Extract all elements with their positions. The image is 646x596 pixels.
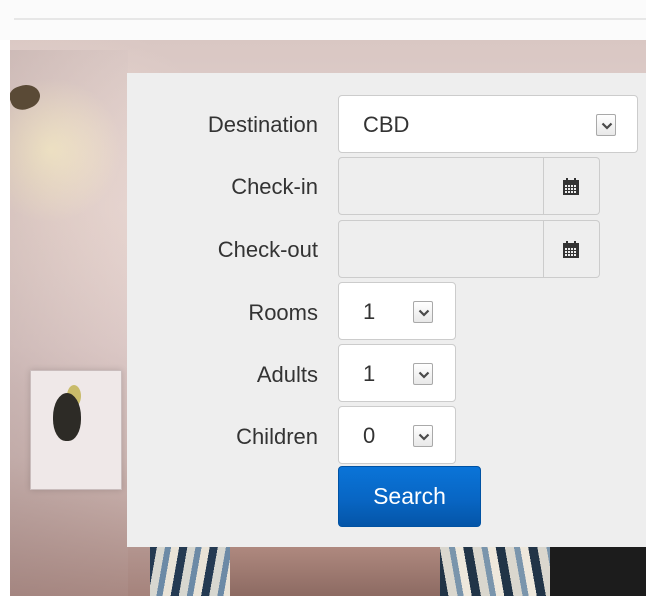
destination-value: CBD (363, 112, 410, 137)
checkout-row: Check-out (127, 220, 646, 282)
photo-dark-edge (550, 540, 646, 596)
photo-curtain-left (150, 540, 230, 596)
adults-value: 1 (363, 361, 376, 386)
destination-select[interactable]: CBD (338, 95, 638, 153)
top-strip (0, 0, 646, 40)
calendar-icon (563, 241, 579, 258)
children-row: Children 0 (127, 406, 646, 468)
chevron-down-icon (418, 371, 430, 379)
rooms-label: Rooms (248, 300, 318, 325)
chevron-down-icon (418, 433, 430, 441)
checkin-label: Check-in (231, 174, 318, 199)
photo-window (230, 545, 440, 596)
destination-row: Destination CBD (127, 95, 646, 157)
photo-wall-art (30, 370, 122, 490)
checkin-input[interactable] (338, 157, 544, 215)
adults-row: Adults 1 (127, 344, 646, 406)
checkout-input[interactable] (338, 220, 544, 278)
children-value: 0 (363, 423, 376, 448)
chevron-down-icon (418, 309, 430, 317)
children-dropdown-button[interactable] (413, 425, 433, 447)
checkout-label: Check-out (217, 237, 318, 262)
calendar-icon (563, 178, 579, 195)
rooms-dropdown-button[interactable] (413, 301, 433, 323)
adults-select[interactable]: 1 (338, 344, 456, 402)
rooms-value: 1 (363, 299, 376, 324)
children-select[interactable]: 0 (338, 406, 456, 464)
checkout-calendar-button[interactable] (544, 220, 600, 278)
photo-curtain-right (440, 540, 550, 596)
rooms-select[interactable]: 1 (338, 282, 456, 340)
checkin-row: Check-in (127, 157, 646, 219)
destination-label: Destination (207, 112, 318, 137)
search-button[interactable]: Search (338, 466, 481, 527)
top-divider (14, 18, 646, 20)
adults-dropdown-button[interactable] (413, 363, 433, 385)
checkin-calendar-button[interactable] (544, 157, 600, 215)
photo-wall-panel (10, 50, 128, 596)
rooms-row: Rooms 1 (127, 282, 646, 344)
photo-art-figure (53, 393, 81, 441)
destination-dropdown-button[interactable] (596, 114, 616, 136)
chevron-down-icon (601, 122, 613, 130)
children-label: Children (236, 424, 318, 449)
adults-label: Adults (256, 362, 318, 387)
